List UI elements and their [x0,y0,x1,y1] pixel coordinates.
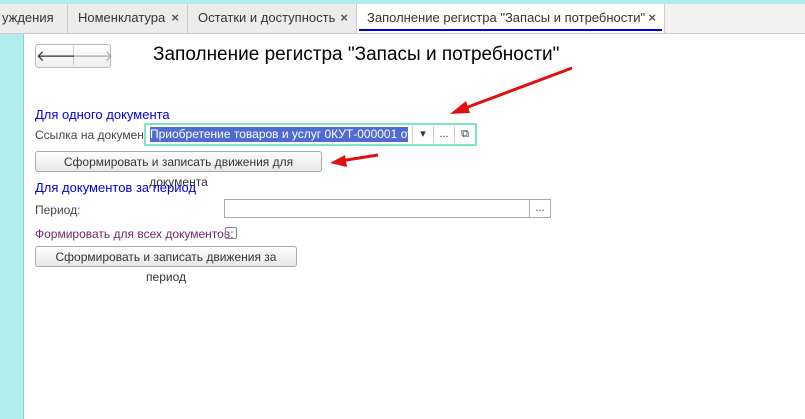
arrowhead-icon [330,155,347,167]
arrowhead-icon [450,101,470,114]
arrow-annotation [459,66,573,112]
annotation-arrows [330,66,573,167]
